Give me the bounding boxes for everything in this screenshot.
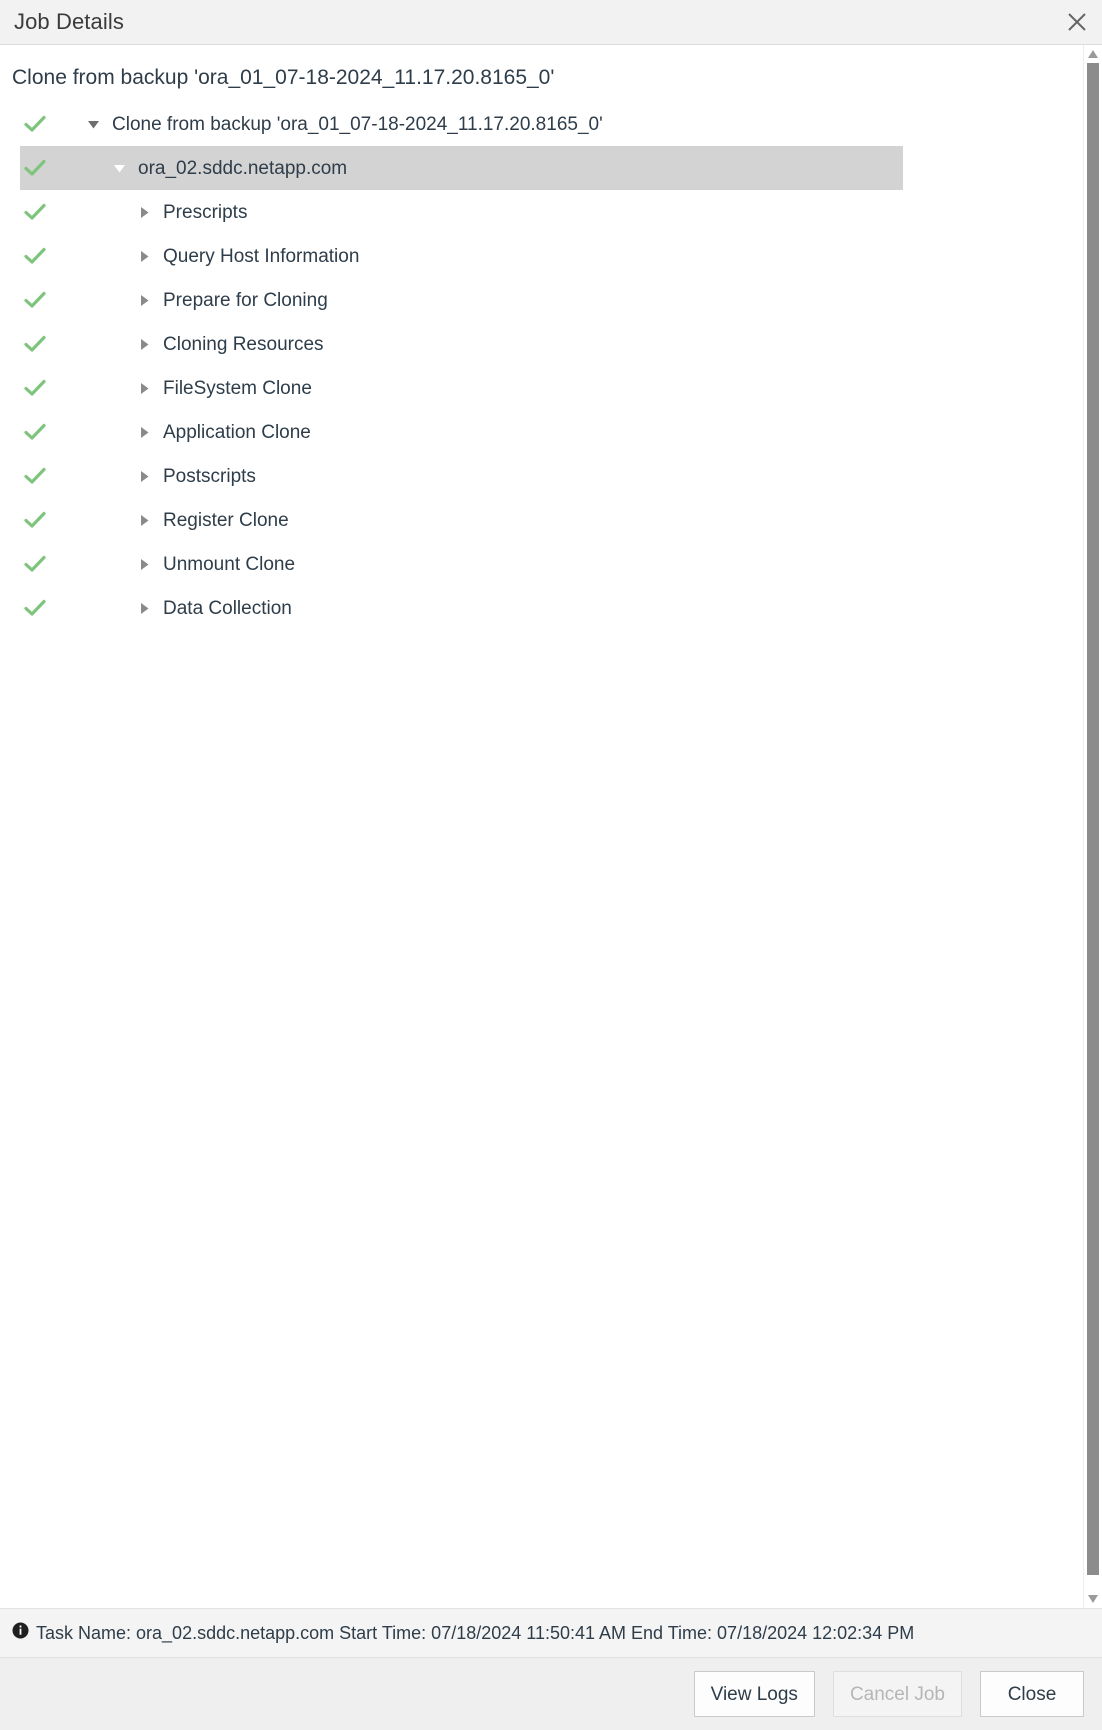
chevron-down-icon[interactable] [110, 163, 128, 174]
check-icon [24, 291, 46, 309]
chevron-right-icon[interactable] [135, 558, 153, 571]
tree-row-label: Register Clone [163, 509, 289, 531]
tree-row[interactable]: Application Clone [20, 410, 903, 454]
dialog-title: Job Details [14, 9, 124, 34]
tree-row[interactable]: Unmount Clone [20, 542, 903, 586]
scroll-up-arrow-icon[interactable] [1084, 45, 1102, 63]
task-status-cell [20, 247, 62, 265]
status-bar: Task Name: ora_02.sddc.netapp.com Start … [0, 1608, 1102, 1657]
tree-row-label: FileSystem Clone [163, 377, 312, 399]
tree-row-label: Clone from backup 'ora_01_07-18-2024_11.… [112, 113, 603, 135]
scroll-down-arrow-icon[interactable] [1084, 1590, 1102, 1608]
tree-row-label: Cloning Resources [163, 333, 324, 355]
task-status-cell [20, 115, 62, 133]
tree-row-label: Prescripts [163, 201, 248, 223]
chevron-right-icon[interactable] [135, 206, 153, 219]
tree-row-label: Prepare for Cloning [163, 289, 328, 311]
cancel-job-button: Cancel Job [832, 1671, 962, 1717]
tree-row[interactable]: Prescripts [20, 190, 903, 234]
check-icon [24, 599, 46, 617]
check-icon [24, 511, 46, 529]
check-icon [24, 555, 46, 573]
task-status-cell [20, 599, 62, 617]
chevron-right-icon[interactable] [135, 250, 153, 263]
check-icon [24, 379, 46, 397]
chevron-right-icon[interactable] [135, 382, 153, 395]
task-status-cell [20, 379, 62, 397]
check-icon [24, 203, 46, 221]
task-status-cell [20, 423, 62, 441]
dialog-footer: View Logs Cancel Job Close [0, 1657, 1102, 1730]
chevron-right-icon[interactable] [135, 338, 153, 351]
tree-row-label: ora_02.sddc.netapp.com [138, 157, 348, 179]
task-status-cell [20, 511, 62, 529]
scrollbar-track[interactable] [1084, 63, 1102, 1590]
task-status-cell [20, 335, 62, 353]
job-heading: Clone from backup 'ora_01_07-18-2024_11.… [12, 66, 555, 89]
status-bar-text: Task Name: ora_02.sddc.netapp.com Start … [36, 1623, 915, 1643]
check-icon [24, 467, 46, 485]
chevron-right-icon[interactable] [135, 514, 153, 527]
chevron-right-icon[interactable] [135, 426, 153, 439]
check-icon [24, 159, 46, 177]
info-icon [12, 1622, 29, 1644]
tree-row[interactable]: Data Collection [20, 586, 903, 630]
close-button[interactable]: Close [980, 1671, 1084, 1717]
chevron-right-icon[interactable] [135, 470, 153, 483]
task-status-cell [20, 467, 62, 485]
tree-row[interactable]: Query Host Information [20, 234, 903, 278]
tree-row-label: Postscripts [163, 465, 256, 487]
check-icon [24, 335, 46, 353]
dialog-titlebar: Job Details [0, 0, 1102, 45]
chevron-right-icon[interactable] [135, 602, 153, 615]
check-icon [24, 423, 46, 441]
close-icon [1065, 10, 1089, 34]
tree-row[interactable]: Prepare for Cloning [20, 278, 903, 322]
view-logs-button[interactable]: View Logs [693, 1671, 815, 1717]
task-status-cell [20, 159, 62, 177]
tree-row-label: Data Collection [163, 597, 292, 619]
task-status-cell [20, 555, 62, 573]
dialog-body: Clone from backup 'ora_01_07-18-2024_11.… [0, 45, 1102, 1608]
tree-row[interactable]: Register Clone [20, 498, 903, 542]
check-icon [24, 115, 46, 133]
tree-row[interactable]: Postscripts [20, 454, 903, 498]
job-task-tree: Clone from backup 'ora_01_07-18-2024_11.… [0, 102, 1102, 630]
job-details-dialog: Job Details Clone from backup 'ora_01_07… [0, 0, 1102, 1730]
task-status-cell [20, 203, 62, 221]
close-dialog-button[interactable] [1060, 5, 1094, 39]
chevron-down-icon[interactable] [84, 119, 102, 130]
vertical-scrollbar[interactable] [1083, 45, 1102, 1608]
tree-row[interactable]: Cloning Resources [20, 322, 903, 366]
tree-row[interactable]: Clone from backup 'ora_01_07-18-2024_11.… [20, 102, 903, 146]
tree-row[interactable]: FileSystem Clone [20, 366, 903, 410]
check-icon [24, 247, 46, 265]
scrollbar-thumb[interactable] [1087, 63, 1099, 1575]
task-status-cell [20, 291, 62, 309]
tree-row-label: Query Host Information [163, 245, 360, 267]
tree-row[interactable]: ora_02.sddc.netapp.com [20, 146, 903, 191]
tree-row-label: Unmount Clone [163, 553, 296, 575]
chevron-right-icon[interactable] [135, 294, 153, 307]
tree-row-label: Application Clone [163, 421, 311, 443]
